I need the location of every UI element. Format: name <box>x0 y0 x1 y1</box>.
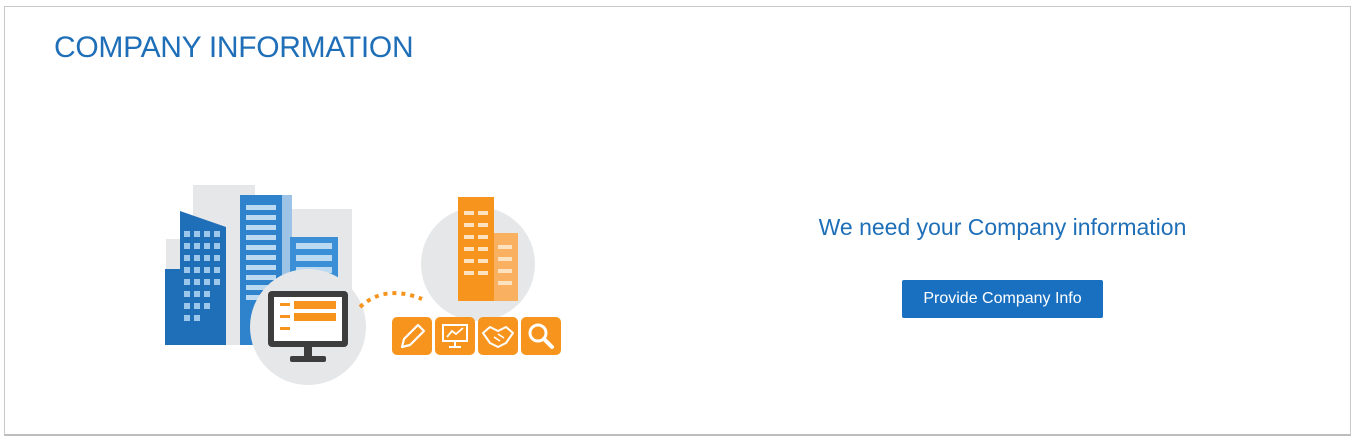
monitor-form-icon <box>250 269 366 385</box>
handshake-icon <box>478 317 518 355</box>
info-request-message: We need your Company information <box>818 214 1187 240</box>
provide-company-info-button[interactable]: Provide Company Info <box>902 280 1103 318</box>
company-information-panel: COMPANY INFORMATION We need your Company… <box>4 6 1351 436</box>
presentation-icon <box>435 317 475 355</box>
company-illustration <box>165 185 561 385</box>
page-title: COMPANY INFORMATION <box>54 31 414 64</box>
search-icon <box>521 317 561 355</box>
office-building-icon <box>421 197 535 321</box>
pencil-icon <box>392 317 432 355</box>
